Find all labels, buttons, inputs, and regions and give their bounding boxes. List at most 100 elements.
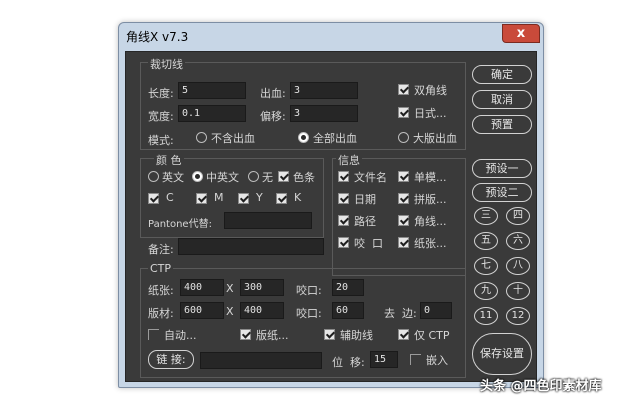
ok-button[interactable]: 确定: [472, 65, 532, 84]
plate-height-input[interactable]: 400: [240, 302, 284, 319]
preset-7-button[interactable]: 七: [474, 257, 498, 275]
channel-y-checkbox[interactable]: [238, 193, 249, 204]
color-radio-cn-en[interactable]: [192, 171, 203, 182]
cancel-button[interactable]: 取消: [472, 90, 532, 109]
only-ctp-checkbox[interactable]: [398, 329, 409, 340]
grip-input-1[interactable]: 20: [332, 279, 364, 296]
link-button[interactable]: 链 接:: [148, 350, 194, 369]
paper-size-label: 纸张:: [148, 284, 174, 297]
info-path-checkbox[interactable]: [338, 215, 349, 226]
channel-k-label: K: [294, 191, 302, 204]
info-filename-checkbox[interactable]: [338, 171, 349, 182]
channel-k-checkbox[interactable]: [276, 193, 287, 204]
color-option-english: 英文: [162, 171, 184, 184]
title-bar[interactable]: 角线X v7.3 x: [119, 23, 543, 49]
edge-label: 去 边:: [384, 307, 417, 320]
color-option-none: 无: [262, 171, 273, 184]
preset-9-button[interactable]: 九: [474, 282, 498, 300]
preset-6-button[interactable]: 六: [506, 232, 530, 250]
preset-4-button[interactable]: 四: [506, 207, 530, 225]
bleed-input[interactable]: 3: [290, 82, 358, 99]
color-group-title: 颜 色: [154, 152, 184, 168]
preset-3-button[interactable]: 三: [474, 207, 498, 225]
preset-two-button[interactable]: 预设二: [472, 183, 532, 202]
offset-label: 偏移:: [260, 110, 286, 123]
double-corner-label: 双角线: [414, 84, 447, 97]
mode-label: 模式:: [148, 134, 174, 147]
preset-10-button[interactable]: 十: [506, 282, 530, 300]
info-imposition-label: 拼版...: [414, 193, 447, 206]
info-single-checkbox[interactable]: [398, 171, 409, 182]
color-radio-none[interactable]: [248, 171, 259, 182]
width-label: 宽度:: [148, 110, 174, 123]
grip-input-2[interactable]: 60: [332, 302, 364, 319]
plate-x-label: X: [226, 305, 234, 318]
info-filename-label: 文件名: [354, 171, 387, 184]
preset-8-button[interactable]: 八: [506, 257, 530, 275]
info-date-checkbox[interactable]: [338, 193, 349, 204]
japanese-checkbox[interactable]: [398, 107, 409, 118]
close-button[interactable]: x: [502, 24, 540, 43]
info-single-label: 单模...: [414, 171, 447, 184]
pantone-label: Pantone代替:: [148, 219, 212, 230]
guide-line-label: 辅助线: [340, 329, 373, 342]
paper-height-input[interactable]: 300: [240, 279, 284, 296]
channel-c-checkbox[interactable]: [148, 193, 159, 204]
dialog-window: 角线X v7.3 x 裁切线 长度: 5 出血: 3 宽度: 0.1 偏移: 3…: [118, 22, 544, 388]
length-input[interactable]: 5: [178, 82, 246, 99]
channel-y-label: Y: [256, 191, 263, 204]
channel-m-label: M: [214, 191, 224, 204]
mode-radio-no-bleed[interactable]: [196, 132, 207, 143]
info-path-label: 路径: [354, 215, 376, 228]
info-paper-label: 纸张...: [414, 237, 447, 250]
plate-width-input[interactable]: 600: [180, 302, 224, 319]
double-corner-checkbox[interactable]: [398, 84, 409, 95]
color-option-cn-en: 中英文: [206, 171, 239, 184]
width-input[interactable]: 0.1: [178, 105, 246, 122]
info-grip-checkbox[interactable]: [338, 237, 349, 248]
plate-size-label: 版材:: [148, 307, 174, 320]
window-title: 角线X v7.3: [126, 30, 189, 44]
pantone-input[interactable]: [224, 212, 312, 229]
plate-paper-label: 版纸...: [256, 329, 289, 342]
shift-input[interactable]: 15: [370, 351, 398, 368]
info-corner-checkbox[interactable]: [398, 215, 409, 226]
channel-m-checkbox[interactable]: [196, 193, 207, 204]
offset-input[interactable]: 3: [290, 105, 358, 122]
channel-c-label: C: [166, 191, 174, 204]
note-input[interactable]: [178, 238, 324, 255]
only-ctp-label: 仅 CTP: [414, 329, 450, 342]
preset-button[interactable]: 预置: [472, 115, 532, 134]
auto-label: 自动...: [164, 329, 197, 342]
color-radio-english[interactable]: [148, 171, 159, 182]
mode-option-full-bleed: 全部出血: [313, 132, 357, 145]
info-paper-checkbox[interactable]: [398, 237, 409, 248]
mode-radio-full-bleed[interactable]: [298, 132, 309, 143]
info-group-title: 信息: [336, 152, 362, 168]
info-imposition-checkbox[interactable]: [398, 193, 409, 204]
note-label: 备注:: [148, 243, 174, 256]
plate-paper-checkbox[interactable]: [240, 329, 251, 340]
link-input[interactable]: [200, 352, 322, 369]
save-settings-button[interactable]: 保存设置: [472, 333, 532, 375]
mode-option-big-bleed: 大版出血: [413, 132, 457, 145]
preset-5-button[interactable]: 五: [474, 232, 498, 250]
info-date-label: 日期: [354, 193, 376, 206]
grip-label-2: 咬口:: [296, 307, 322, 320]
embed-checkbox[interactable]: [410, 354, 421, 365]
japanese-label: 日式...: [414, 107, 447, 120]
info-grip-label: 咬 口: [354, 237, 383, 250]
paper-width-input[interactable]: 400: [180, 279, 224, 296]
preset-one-button[interactable]: 预设一: [472, 159, 532, 178]
length-label: 长度:: [148, 87, 174, 100]
guide-line-checkbox[interactable]: [324, 329, 335, 340]
preset-12-button[interactable]: 12: [506, 307, 530, 325]
color-bar-checkbox[interactable]: [278, 171, 289, 182]
mode-radio-big-bleed[interactable]: [398, 132, 409, 143]
bleed-label: 出血:: [260, 87, 286, 100]
auto-checkbox[interactable]: [148, 329, 159, 340]
edge-input[interactable]: 0: [420, 302, 452, 319]
color-bar-label: 色条: [293, 171, 315, 184]
grip-label-1: 咬口:: [296, 284, 322, 297]
preset-11-button[interactable]: 11: [474, 307, 498, 325]
